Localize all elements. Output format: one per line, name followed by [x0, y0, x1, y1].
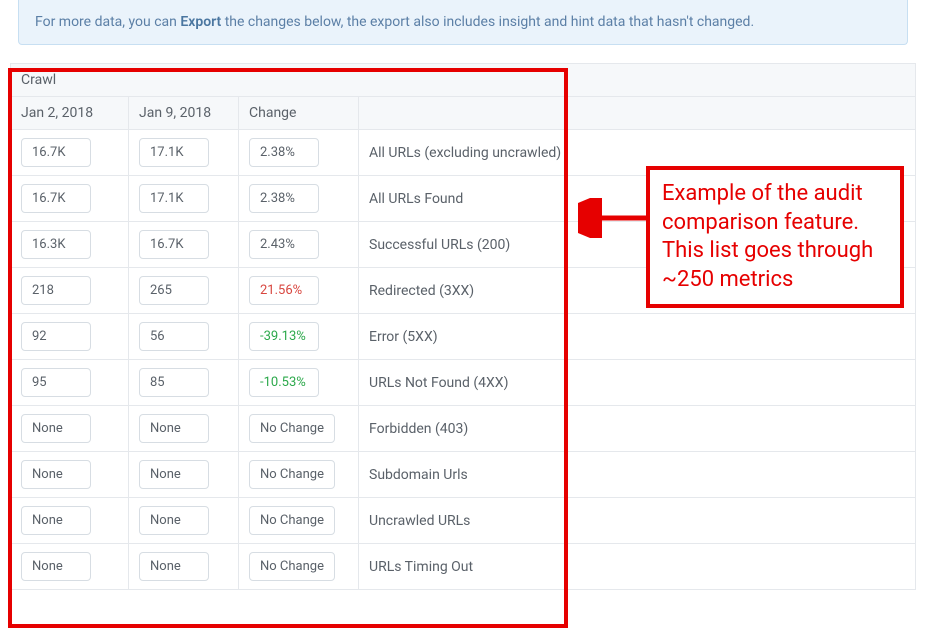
value-change[interactable]: 2.43%	[249, 230, 319, 259]
annotation-text: Example of the audit comparison feature.…	[662, 181, 873, 292]
value-change[interactable]: 2.38%	[249, 138, 319, 167]
value-date2[interactable]: None	[139, 414, 209, 443]
value-date2[interactable]: 17.1K	[139, 184, 209, 213]
column-header-row: Jan 2, 2018 Jan 9, 2018 Change	[11, 97, 916, 130]
metric-label: Forbidden (403)	[359, 406, 916, 452]
metric-label: URLs Not Found (4XX)	[359, 360, 916, 406]
value-date2[interactable]: 85	[139, 368, 209, 397]
table-row: None None No Change Uncrawled URLs	[11, 498, 916, 544]
table-row: None None No Change Forbidden (403)	[11, 406, 916, 452]
value-date1[interactable]: None	[21, 552, 91, 581]
annotation-callout: Example of the audit comparison feature.…	[646, 166, 904, 308]
value-date2[interactable]: 16.7K	[139, 230, 209, 259]
table-row: None None No Change URLs Timing Out	[11, 544, 916, 590]
value-date2[interactable]: 56	[139, 322, 209, 351]
metric-label: Subdomain Urls	[359, 452, 916, 498]
value-change[interactable]: No Change	[249, 552, 335, 581]
value-date1[interactable]: 16.7K	[21, 138, 91, 167]
table-row: None None No Change Subdomain Urls	[11, 452, 916, 498]
col-header-date1: Jan 2, 2018	[11, 97, 129, 130]
col-header-label	[359, 97, 916, 130]
metric-label: URLs Timing Out	[359, 544, 916, 590]
table-row: 95 85 -10.53% URLs Not Found (4XX)	[11, 360, 916, 406]
value-date1[interactable]: 95	[21, 368, 91, 397]
value-change[interactable]: -10.53%	[249, 368, 319, 397]
export-info-banner: For more data, you can Export the change…	[18, 0, 908, 45]
banner-text-pre: For more data, you can	[35, 14, 180, 30]
metric-label: Uncrawled URLs	[359, 498, 916, 544]
col-header-change: Change	[239, 97, 359, 130]
value-change[interactable]: No Change	[249, 460, 335, 489]
banner-text-post: the changes below, the export also inclu…	[221, 14, 754, 30]
table-row: 92 56 -39.13% Error (5XX)	[11, 314, 916, 360]
value-date1[interactable]: 16.7K	[21, 184, 91, 213]
export-link[interactable]: Export	[180, 14, 221, 30]
value-change[interactable]: 21.56%	[249, 276, 319, 305]
value-date1[interactable]: 16.3K	[21, 230, 91, 259]
value-change[interactable]: No Change	[249, 414, 335, 443]
value-date2[interactable]: None	[139, 506, 209, 535]
value-date1[interactable]: 218	[21, 276, 91, 305]
value-change[interactable]: No Change	[249, 506, 335, 535]
metric-label: Error (5XX)	[359, 314, 916, 360]
value-date1[interactable]: None	[21, 460, 91, 489]
value-change[interactable]: -39.13%	[249, 322, 319, 351]
value-date2[interactable]: 265	[139, 276, 209, 305]
value-change[interactable]: 2.38%	[249, 184, 319, 213]
section-header-row: Crawl	[11, 64, 916, 97]
section-title: Crawl	[11, 64, 916, 97]
value-date2[interactable]: 17.1K	[139, 138, 209, 167]
col-header-date2: Jan 9, 2018	[129, 97, 239, 130]
value-date2[interactable]: None	[139, 552, 209, 581]
value-date2[interactable]: None	[139, 460, 209, 489]
crawl-comparison-table: Crawl Jan 2, 2018 Jan 9, 2018 Change 16.…	[10, 63, 916, 590]
value-date1[interactable]: None	[21, 506, 91, 535]
value-date1[interactable]: 92	[21, 322, 91, 351]
value-date1[interactable]: None	[21, 414, 91, 443]
